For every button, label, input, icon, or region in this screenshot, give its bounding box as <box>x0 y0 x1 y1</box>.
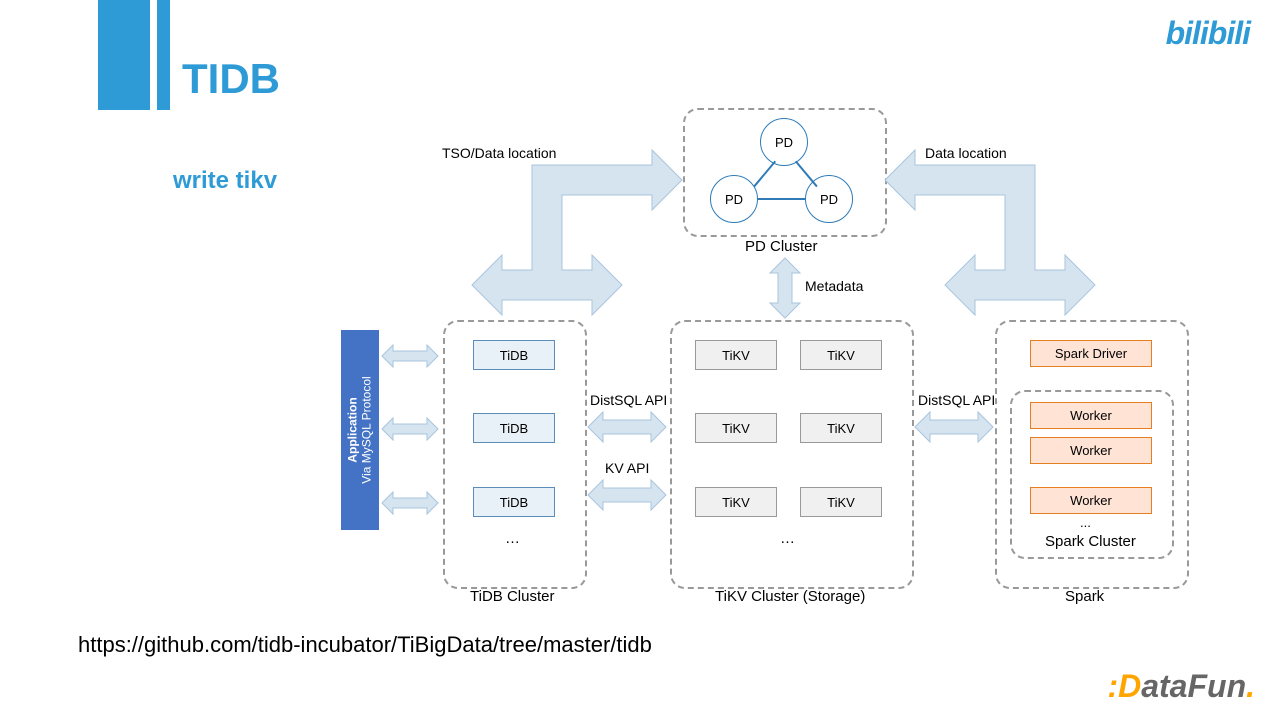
distsql1-arrow <box>588 412 666 442</box>
dataloc-arrow <box>885 155 1095 320</box>
app-arrow-3 <box>382 492 438 514</box>
worker-node-2: Worker <box>1030 437 1152 464</box>
distsql2-label: DistSQL API <box>918 392 995 408</box>
header-bar-2 <box>157 0 170 110</box>
app-arrow-2 <box>382 418 438 440</box>
kvapi-arrow <box>588 480 666 510</box>
worker-node-3: Worker <box>1030 487 1152 514</box>
tikv-node-2: TiKV <box>800 340 882 370</box>
metadata-arrow <box>770 258 800 318</box>
tidb-cluster-label: TiDB Cluster <box>470 588 554 605</box>
tikv-node-1: TiKV <box>695 340 777 370</box>
spark-cluster-label: Spark Cluster <box>1045 533 1136 550</box>
spark-driver-node: Spark Driver <box>1030 340 1152 367</box>
tikv-node-4: TiKV <box>800 413 882 443</box>
kvapi-label: KV API <box>605 460 649 476</box>
tso-label: TSO/Data location <box>442 145 556 161</box>
tidb-node-1: TiDB <box>473 340 555 370</box>
dataloc-label: Data location <box>925 145 1007 161</box>
pd-cluster-label: PD Cluster <box>745 238 818 255</box>
distsql2-arrow <box>915 412 993 442</box>
tikv-node-6: TiKV <box>800 487 882 517</box>
tikv-cluster-label: TiKV Cluster (Storage) <box>715 588 865 605</box>
tikv-node-3: TiKV <box>695 413 777 443</box>
spark-outer-label: Spark <box>1065 588 1104 605</box>
pd-node-top: PD <box>760 118 808 166</box>
source-url: https://github.com/tidb-incubator/TiBigD… <box>78 632 652 658</box>
subtitle: write tikv <box>173 167 277 195</box>
pd-line-1 <box>757 198 805 200</box>
header-bar-1 <box>98 0 150 110</box>
pd-node-left: PD <box>710 175 758 223</box>
page-title: TIDB <box>182 55 280 103</box>
application-text: ApplicationVia MySQL Protocol <box>346 376 374 483</box>
tidb-ellipsis: … <box>505 530 520 547</box>
worker-node-1: Worker <box>1030 402 1152 429</box>
worker-ellipsis: ... <box>1080 515 1091 530</box>
tidb-node-2: TiDB <box>473 413 555 443</box>
tidb-node-3: TiDB <box>473 487 555 517</box>
tikv-ellipsis: … <box>780 530 795 547</box>
metadata-label: Metadata <box>805 278 863 294</box>
application-box: ApplicationVia MySQL Protocol <box>341 330 379 530</box>
distsql1-label: DistSQL API <box>590 392 667 408</box>
app-arrow-1 <box>382 345 438 367</box>
tso-arrow <box>472 155 682 320</box>
bilibili-logo: bilibili <box>1166 15 1250 52</box>
datafun-logo: :DataFun. <box>1107 668 1255 705</box>
tikv-node-5: TiKV <box>695 487 777 517</box>
